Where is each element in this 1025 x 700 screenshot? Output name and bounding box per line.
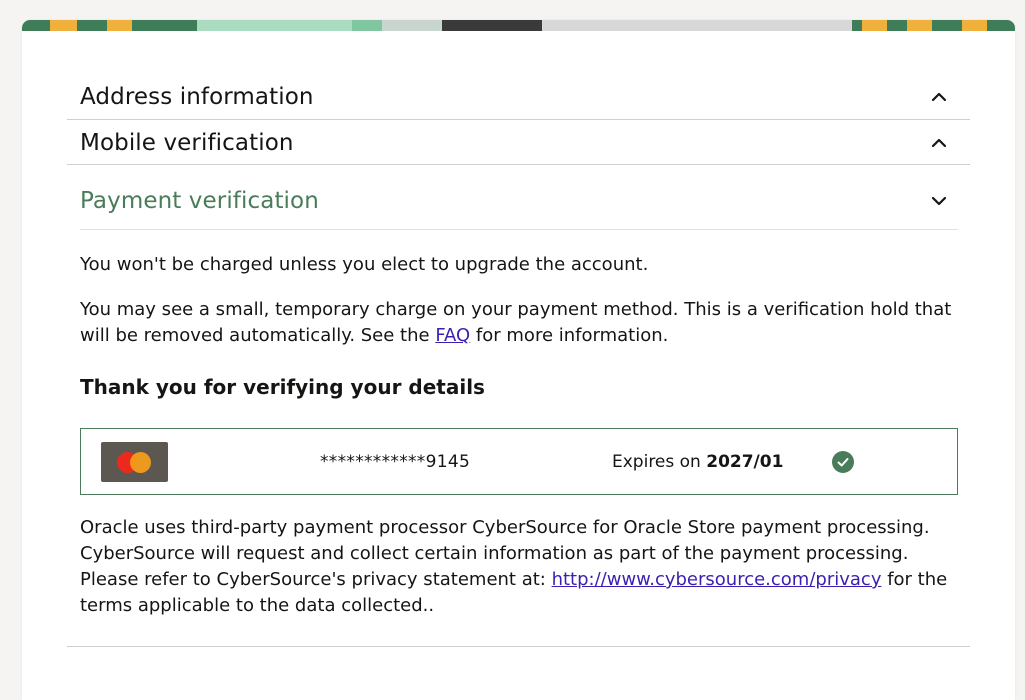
section-divider <box>67 119 970 120</box>
hold-text-after: for more information. <box>470 325 669 346</box>
decorative-banner <box>22 20 1015 31</box>
chevron-up-icon[interactable] <box>930 88 948 106</box>
chevron-down-icon[interactable] <box>930 192 948 210</box>
expires-label: Expires on <box>612 452 701 472</box>
section-address-title: Address information <box>80 84 314 110</box>
check-circle-icon <box>832 451 854 473</box>
thank-you-heading: Thank you for verifying your details <box>80 375 485 399</box>
signup-card: Address information Mobile verification … <box>22 20 1015 700</box>
section-payment-header[interactable]: Payment verification <box>67 184 970 218</box>
no-charge-text: You won't be charged unless you elect to… <box>80 254 649 275</box>
faq-link[interactable]: FAQ <box>435 325 470 346</box>
section-mobile-title: Mobile verification <box>80 130 294 156</box>
privacy-link[interactable]: http://www.cybersource.com/privacy <box>552 569 882 590</box>
expires-value: 2027/01 <box>706 452 784 472</box>
verification-hold-text: You may see a small, temporary charge on… <box>80 297 960 349</box>
mastercard-icon <box>101 442 168 482</box>
card-expiry: Expires on 2027/01 <box>612 452 783 472</box>
section-bottom-divider <box>67 646 970 647</box>
section-payment-title: Payment verification <box>80 188 319 214</box>
processor-info-text: Oracle uses third-party payment processo… <box>80 515 960 619</box>
section-address-header[interactable]: Address information <box>67 81 970 113</box>
section-inner-divider <box>80 229 958 230</box>
card-masked-number: ************9145 <box>320 452 471 472</box>
section-divider <box>67 164 970 165</box>
chevron-up-icon[interactable] <box>930 134 948 152</box>
payment-card-row: ************9145 Expires on 2027/01 <box>80 428 958 495</box>
section-mobile-header[interactable]: Mobile verification <box>67 127 970 159</box>
